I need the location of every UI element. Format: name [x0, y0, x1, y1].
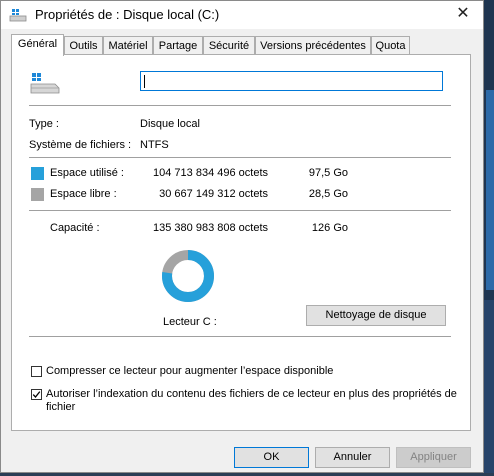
filesystem-value: NTFS	[140, 139, 169, 151]
cancel-button[interactable]: Annuler	[315, 447, 390, 468]
type-value: Disque local	[140, 118, 200, 130]
filesystem-label: Système de fichiers :	[29, 139, 132, 151]
drive-icon	[9, 9, 27, 22]
free-space-bytes: 30 667 149 312 octets	[159, 188, 268, 200]
properties-dialog: Propriétés de : Disque local (C:) ✕ Géné…	[0, 0, 484, 473]
used-space-swatch	[31, 167, 44, 180]
compress-checkbox[interactable]	[31, 366, 42, 377]
tab-outils[interactable]: Outils	[64, 36, 103, 54]
capacity-label: Capacité :	[50, 222, 100, 234]
tab-general[interactable]: Général	[11, 34, 64, 56]
free-space-label: Espace libre :	[50, 188, 117, 200]
type-label: Type :	[29, 118, 59, 130]
compress-label: Compresser ce lecteur pour augmenter l’e…	[46, 365, 334, 377]
separator	[29, 157, 451, 158]
tab-partage[interactable]: Partage	[153, 36, 203, 54]
local-disk-icon	[30, 73, 60, 94]
drive-name-input[interactable]	[140, 71, 443, 91]
used-space-gb: 97,5 Go	[308, 167, 348, 179]
desktop-background	[484, 0, 494, 473]
separator	[29, 105, 451, 106]
separator	[29, 336, 451, 337]
general-panel: Type : Disque local Système de fichiers …	[11, 54, 471, 431]
capacity-gb: 126 Go	[311, 222, 348, 234]
close-icon: ✕	[456, 5, 470, 22]
separator	[29, 210, 451, 211]
title-bar: Propriétés de : Disque local (C:) ✕	[1, 1, 483, 29]
disk-usage-donut	[162, 250, 214, 302]
apply-button[interactable]: Appliquer	[396, 447, 471, 468]
drive-letter-label: Lecteur C :	[163, 316, 217, 328]
window-title: Propriétés de : Disque local (C:)	[35, 7, 220, 22]
capacity-bytes: 135 380 983 808 octets	[153, 222, 268, 234]
used-space-label: Espace utilisé :	[50, 167, 124, 179]
checkmark-icon	[32, 391, 41, 398]
index-label-continued: fichier	[46, 401, 76, 413]
index-label: Autoriser l’indexation du contenu des fi…	[46, 388, 457, 400]
free-space-gb: 28,5 Go	[308, 188, 348, 200]
index-checkbox[interactable]	[31, 389, 42, 400]
tab-versions-precedentes[interactable]: Versions précédentes	[255, 36, 371, 54]
ok-button[interactable]: OK	[234, 447, 309, 468]
tab-materiel[interactable]: Matériel	[103, 36, 153, 54]
free-space-swatch	[31, 188, 44, 201]
text-caret	[144, 75, 145, 88]
tab-securite[interactable]: Sécurité	[203, 36, 255, 54]
tab-quota[interactable]: Quota	[371, 36, 410, 54]
used-space-bytes: 104 713 834 496 octets	[153, 167, 268, 179]
disk-cleanup-button[interactable]: Nettoyage de disque	[306, 305, 446, 326]
close-button[interactable]: ✕	[443, 1, 483, 29]
